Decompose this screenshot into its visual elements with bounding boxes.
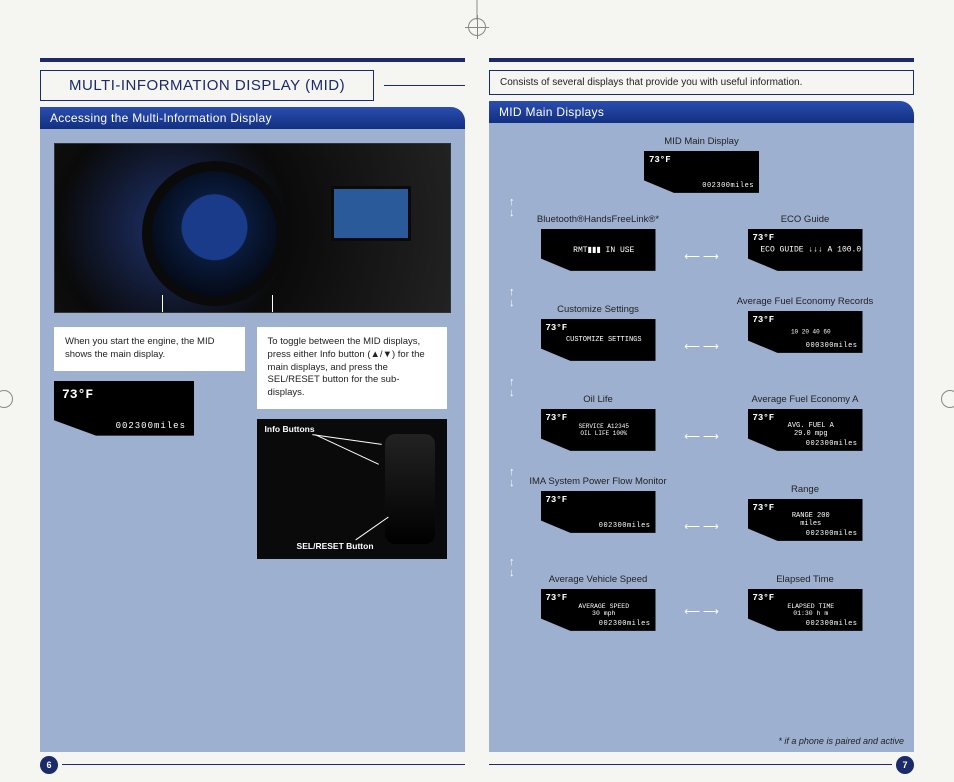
screen-temp: 73°F (753, 413, 775, 423)
screen-odo: 002300miles (806, 530, 858, 538)
mid-item-avg-fuel-a: Average Fuel Economy A 73°F AVG. FUEL A 2… (730, 395, 880, 451)
screen-temp: 73°F (546, 413, 568, 423)
page-number-right: 7 (896, 756, 914, 774)
top-rule (40, 58, 465, 62)
screen-temp: 73°F (546, 323, 568, 333)
screen-content: ECO GUIDE ↓↓↓ A 100.0 (760, 245, 861, 254)
mid-item-range: Range 73°F RANGE 200 miles 002300miles (730, 485, 880, 541)
right-panel: MID Main Display 73°F 002300miles Blueto… (489, 123, 914, 752)
left-panel: When you start the engine, the MID shows… (40, 129, 465, 752)
screen-odo: 000300miles (806, 342, 858, 350)
screen-odometer: 002300miles (116, 421, 186, 431)
mid-item-avg-fuel-records: Average Fuel Economy Records 73°F 10 20 4… (730, 297, 880, 353)
arrow-horiz-icon: ⟵ ⟶ (684, 522, 719, 533)
screen-content: ELAPSED TIME 01:30 h m (783, 603, 838, 617)
arrow-horiz-icon: ⟵ ⟶ (684, 252, 719, 263)
mid-label: Bluetooth®HandsFreeLink®* (537, 215, 659, 226)
arrow-vert-icon: ↑↓ (509, 287, 515, 309)
mid-item-ima: IMA System Power Flow Monitor 73°F 002300… (523, 477, 673, 533)
screen-temp: 73°F (649, 155, 671, 165)
page-number-left: 6 (40, 756, 58, 774)
arrow-horiz-icon: ⟵ ⟶ (684, 607, 719, 618)
mid-label: Elapsed Time (776, 575, 834, 586)
mid-label: Average Fuel Economy A (751, 395, 858, 406)
steering-controls-photo: Info Buttons SEL/RESET Button (257, 419, 448, 559)
mid-label: Customize Settings (557, 305, 639, 316)
arrow-horiz-icon: ⟵ ⟶ (684, 342, 719, 353)
mid-display-grid: MID Main Display 73°F 002300miles Blueto… (503, 137, 900, 738)
mid-label: Average Vehicle Speed (549, 575, 648, 586)
info-box-start: When you start the engine, the MID shows… (54, 327, 245, 371)
screen-temp: 73°F (62, 387, 186, 402)
mid-item-avg-speed: Average Vehicle Speed 73°F AVERAGE SPEED … (523, 575, 673, 631)
mid-item-oil-life: Oil Life 73°F SERVICE A12345 OIL LIFE 100… (523, 395, 673, 451)
mid-item-customize: Customize Settings 73°F CUSTOMIZE SETTING… (523, 305, 673, 361)
top-rule (489, 58, 914, 62)
section-header-left: Accessing the Multi-Information Display (40, 107, 465, 129)
mid-main-screen-example: 73°F 002300miles (54, 381, 194, 436)
screen-content: RANGE 200 miles (788, 512, 833, 528)
mid-label: Range (791, 485, 819, 496)
title-row: MULTI-INFORMATION DISPLAY (MID) (40, 70, 465, 101)
right-page: Consists of several displays that provid… (489, 58, 914, 752)
dashboard-photo (54, 143, 451, 313)
screen-odo: 002300miles (806, 620, 858, 628)
arrow-vert-icon: ↑↓ (509, 557, 515, 579)
screen-temp: 73°F (753, 503, 775, 513)
steering-wheel-graphic (142, 161, 287, 306)
screen-content: AVG. FUEL A 29.0 mpg (786, 422, 836, 438)
mid-item-main: MID Main Display 73°F 002300miles (627, 137, 777, 193)
description-box: Consists of several displays that provid… (489, 70, 914, 95)
mid-item-elapsed: Elapsed Time 73°F ELAPSED TIME 01:30 h m 0… (730, 575, 880, 631)
mini-screen: 73°F 002300miles (644, 151, 759, 193)
screen-odo: 002300miles (806, 440, 858, 448)
screen-temp: 73°F (546, 593, 568, 603)
mid-label: Average Fuel Economy Records (737, 297, 874, 308)
arrow-vert-icon: ↑↓ (509, 197, 515, 219)
nav-screen-graphic (331, 186, 411, 241)
screen-content: RMT▮▮▮ IN USE (573, 245, 634, 255)
mid-label: MID Main Display (664, 137, 738, 148)
page-spread: MULTI-INFORMATION DISPLAY (MID) Accessin… (40, 58, 914, 752)
screen-temp: 73°F (546, 495, 568, 505)
title-line (384, 85, 465, 86)
screen-content: 10 20 40 60 (791, 328, 831, 335)
info-box-toggle: To toggle between the MID displays, pres… (257, 327, 448, 409)
mid-label: Oil Life (583, 395, 613, 406)
mid-label: IMA System Power Flow Monitor (529, 477, 666, 488)
screen-content: SERVICE A12345 OIL LIFE 100% (574, 423, 634, 437)
info-buttons-label: Info Buttons (265, 425, 315, 434)
screen-temp: 73°F (753, 593, 775, 603)
screen-content: CUSTOMIZE SETTINGS (566, 336, 642, 344)
mid-item-eco: ECO Guide 73°F ECO GUIDE ↓↓↓ A 100.0 (730, 215, 880, 271)
screen-temp: 73°F (753, 315, 775, 325)
arrow-vert-icon: ↑↓ (509, 467, 515, 489)
screen-odo: 002300miles (702, 182, 754, 190)
screen-content: AVERAGE SPEED 30 mph (574, 603, 634, 617)
footnote: * if a phone is paired and active (778, 736, 904, 746)
arrow-vert-icon: ↑↓ (509, 377, 515, 399)
mid-label: ECO Guide (781, 215, 830, 226)
section-header-right: MID Main Displays (489, 101, 914, 123)
sel-reset-label: SEL/RESET Button (297, 542, 374, 551)
screen-temp: 73°F (753, 233, 775, 243)
left-page: MULTI-INFORMATION DISPLAY (MID) Accessin… (40, 58, 465, 752)
mid-item-bluetooth: Bluetooth®HandsFreeLink®* RMT▮▮▮ IN USE (523, 215, 673, 271)
screen-odo: 002300miles (599, 620, 651, 628)
arrow-horiz-icon: ⟵ ⟶ (684, 432, 719, 443)
page-title: MULTI-INFORMATION DISPLAY (MID) (40, 70, 374, 101)
screen-odo: 002300miles (599, 522, 651, 530)
